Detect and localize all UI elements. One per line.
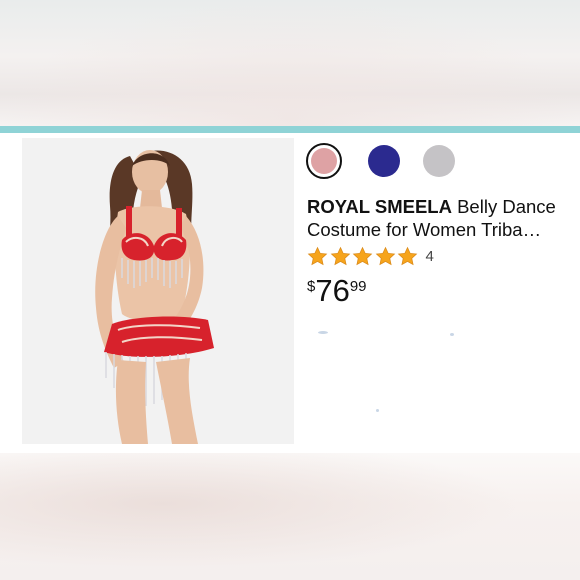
swatch-navy-dot [368,145,400,177]
rating[interactable]: 4 [307,245,434,267]
star-icon [397,246,418,265]
swatch-silver-dot [423,145,455,177]
price-fraction: 99 [349,278,367,295]
brand-name: ROYAL SMEELA [307,196,452,217]
artifact [450,333,454,336]
star-icon [330,246,350,265]
star-icon [307,246,328,265]
product-photo-icon [22,138,294,444]
artifact [318,331,328,334]
artifact [376,409,379,412]
swatch-silver[interactable] [421,143,457,179]
star-icon [352,246,373,265]
price: $7699 [307,273,367,309]
teal-divider [0,126,580,133]
swatch-pink-dot [311,148,337,174]
blurred-top-background [0,0,580,126]
swatch-navy[interactable] [366,143,402,179]
product-card[interactable]: ROYAL SMEELA Belly Dance Costume for Wom… [0,133,580,453]
star-icon [375,246,395,265]
rating-count[interactable]: 4 [426,248,434,265]
product-image[interactable] [22,138,294,444]
blurred-bottom-background [0,453,580,580]
title-line1: Belly Dance [451,196,556,217]
product-title[interactable]: ROYAL SMEELA Belly Dance Costume for Wom… [307,195,572,241]
swatch-pink[interactable] [306,143,342,179]
price-currency: $ [307,278,316,295]
price-whole: 76 [315,273,350,308]
title-line2: Costume for Women Triba… [307,219,542,240]
